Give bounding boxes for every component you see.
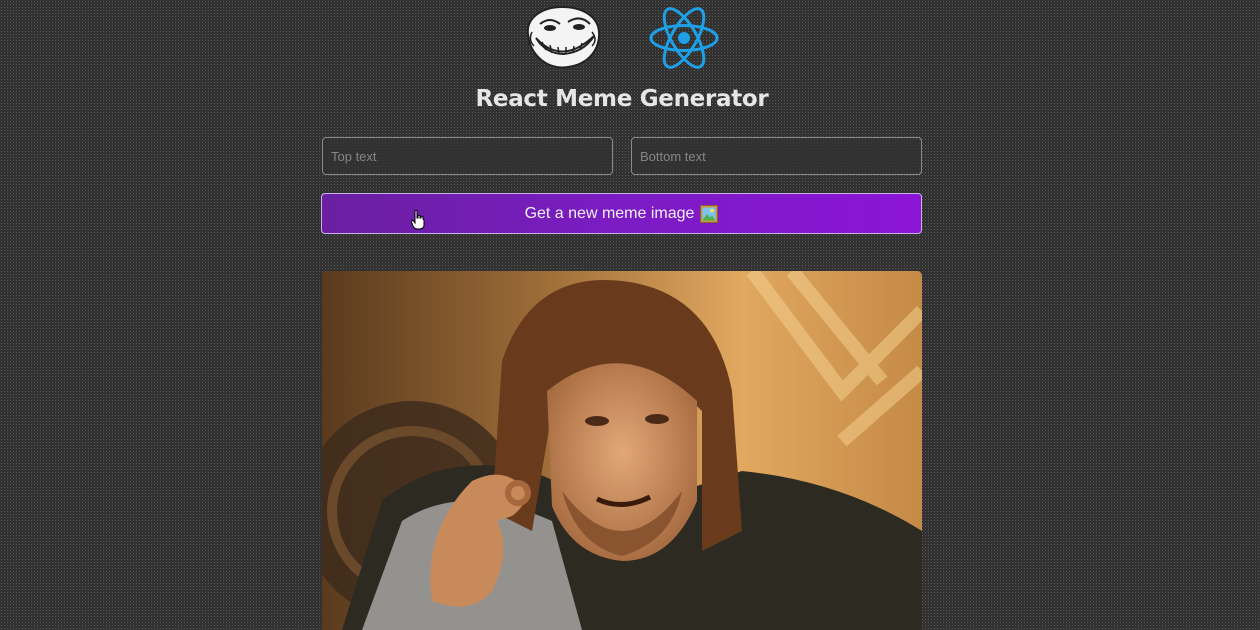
get-new-meme-label: Get a new meme image bbox=[524, 204, 695, 222]
top-text-input[interactable] bbox=[322, 137, 613, 175]
framed-picture-icon bbox=[700, 204, 719, 223]
page-title: React Meme Generator bbox=[475, 86, 769, 112]
bottom-text-input[interactable] bbox=[631, 137, 922, 175]
meme-image bbox=[322, 271, 922, 630]
hand-pointer-cursor-icon bbox=[411, 210, 425, 230]
troll-face-icon bbox=[526, 5, 601, 69]
react-atom-icon bbox=[649, 7, 719, 69]
